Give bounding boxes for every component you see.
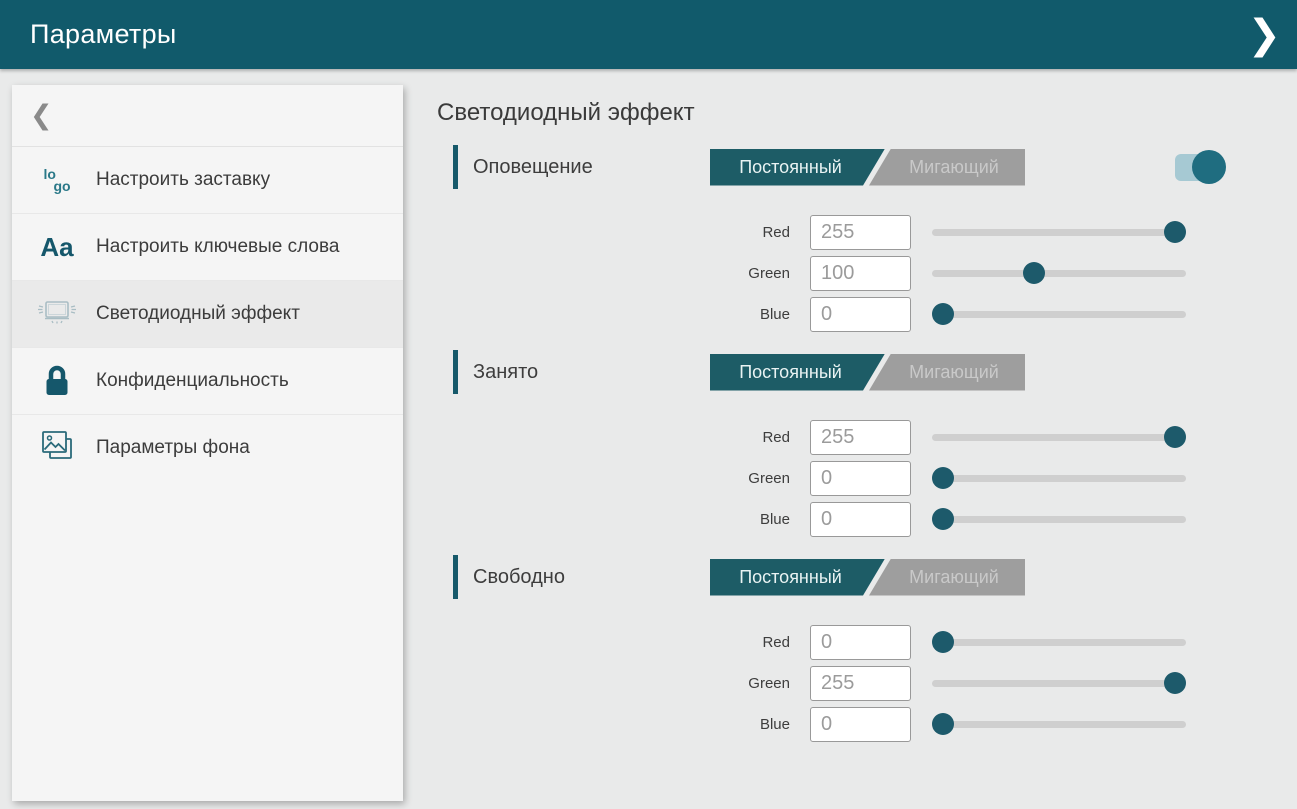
mode-solid-button[interactable]: Постоянный [710, 559, 885, 596]
mode-solid-button[interactable]: Постоянный [710, 354, 885, 391]
background-images-icon [34, 425, 80, 471]
slider-thumb[interactable] [1164, 221, 1186, 243]
accent-bar [453, 555, 458, 599]
red-value-input[interactable] [810, 420, 911, 455]
logo-icon: logo [34, 157, 80, 203]
slider-thumb[interactable] [932, 713, 954, 735]
blue-label: Blue [700, 511, 790, 528]
slider-thumb[interactable] [932, 467, 954, 489]
slider-thumb[interactable] [1164, 426, 1186, 448]
sidebar-back-button[interactable]: ❮ [12, 85, 403, 147]
alert-enable-switch[interactable] [1175, 154, 1217, 181]
mode-blink-button[interactable]: Мигающий [869, 149, 1025, 186]
chevron-right-icon[interactable]: ❯ [1247, 15, 1297, 55]
green-slider-row: Green [700, 253, 1267, 294]
sidebar-item-label: Настроить заставку [96, 167, 270, 193]
chevron-left-icon: ❮ [30, 100, 53, 131]
red-slider[interactable] [932, 434, 1186, 441]
slider-thumb[interactable] [1023, 262, 1045, 284]
green-slider[interactable] [932, 680, 1186, 687]
red-slider-row: Red [700, 212, 1267, 253]
sidebar-item-led-effect[interactable]: Светодиодный эффект [12, 281, 403, 348]
green-slider-row: Green [700, 458, 1267, 499]
red-slider[interactable] [932, 639, 1186, 646]
blue-slider-row: Blue [700, 704, 1267, 745]
red-slider-row: Red [700, 417, 1267, 458]
mode-blink-button[interactable]: Мигающий [869, 354, 1025, 391]
section-title: Свободно [473, 566, 710, 589]
sidebar-item-label: Настроить ключевые слова [96, 234, 339, 260]
lock-icon [34, 358, 80, 404]
main-content: Светодиодный эффект Оповещение Постоянны… [437, 69, 1267, 758]
blue-slider[interactable] [932, 721, 1186, 728]
slider-thumb[interactable] [932, 508, 954, 530]
red-slider-row: Red [700, 622, 1267, 663]
green-label: Green [700, 675, 790, 692]
mode-segmented-control: Постоянный Мигающий [710, 559, 1025, 596]
content-title: Светодиодный эффект [437, 99, 1267, 127]
green-slider[interactable] [932, 270, 1186, 277]
header-bar: Параметры ❯ [0, 0, 1297, 69]
blue-label: Blue [700, 306, 790, 323]
green-label: Green [700, 470, 790, 487]
slider-thumb[interactable] [932, 631, 954, 653]
blue-value-input[interactable] [810, 502, 911, 537]
green-slider[interactable] [932, 475, 1186, 482]
section-alert: Оповещение Постоянный Мигающий Red [437, 143, 1267, 335]
mode-solid-button[interactable]: Постоянный [710, 149, 885, 186]
green-value-input[interactable] [810, 461, 911, 496]
blue-value-input[interactable] [810, 707, 911, 742]
switch-thumb[interactable] [1192, 150, 1226, 184]
blue-slider-row: Blue [700, 294, 1267, 335]
green-value-input[interactable] [810, 666, 911, 701]
settings-window: Параметры ❯ ❮ logo Настроить заставку Aa… [0, 0, 1297, 809]
page-title: Параметры [0, 19, 177, 50]
sidebar: ❮ logo Настроить заставку Aa Настроить к… [12, 85, 403, 801]
red-value-input[interactable] [810, 625, 911, 660]
section-busy: Занято Постоянный Мигающий Red Green [437, 348, 1267, 540]
sidebar-item-privacy[interactable]: Конфиденциальность [12, 348, 403, 415]
section-free: Свободно Постоянный Мигающий Red Green [437, 553, 1267, 745]
blue-value-input[interactable] [810, 297, 911, 332]
blue-slider[interactable] [932, 311, 1186, 318]
sidebar-item-splash-screen[interactable]: logo Настроить заставку [12, 147, 403, 214]
red-label: Red [700, 224, 790, 241]
sidebar-item-keywords[interactable]: Aa Настроить ключевые слова [12, 214, 403, 281]
red-slider[interactable] [932, 229, 1186, 236]
sidebar-item-label: Параметры фона [96, 435, 250, 461]
blue-slider-row: Blue [700, 499, 1267, 540]
green-slider-row: Green [700, 663, 1267, 704]
blue-slider[interactable] [932, 516, 1186, 523]
keywords-aa-icon: Aa [34, 224, 80, 270]
led-screen-icon [34, 291, 80, 337]
accent-bar [453, 145, 458, 189]
mode-blink-button[interactable]: Мигающий [869, 559, 1025, 596]
section-title: Оповещение [473, 156, 710, 179]
mode-segmented-control: Постоянный Мигающий [710, 149, 1025, 186]
red-label: Red [700, 634, 790, 651]
accent-bar [453, 350, 458, 394]
green-label: Green [700, 265, 790, 282]
green-value-input[interactable] [810, 256, 911, 291]
sidebar-item-label: Конфиденциальность [96, 368, 289, 394]
sidebar-item-background[interactable]: Параметры фона [12, 415, 403, 481]
slider-thumb[interactable] [932, 303, 954, 325]
section-title: Занято [473, 361, 710, 384]
blue-label: Blue [700, 716, 790, 733]
sidebar-item-label: Светодиодный эффект [96, 301, 300, 327]
slider-thumb[interactable] [1164, 672, 1186, 694]
mode-segmented-control: Постоянный Мигающий [710, 354, 1025, 391]
red-value-input[interactable] [810, 215, 911, 250]
red-label: Red [700, 429, 790, 446]
